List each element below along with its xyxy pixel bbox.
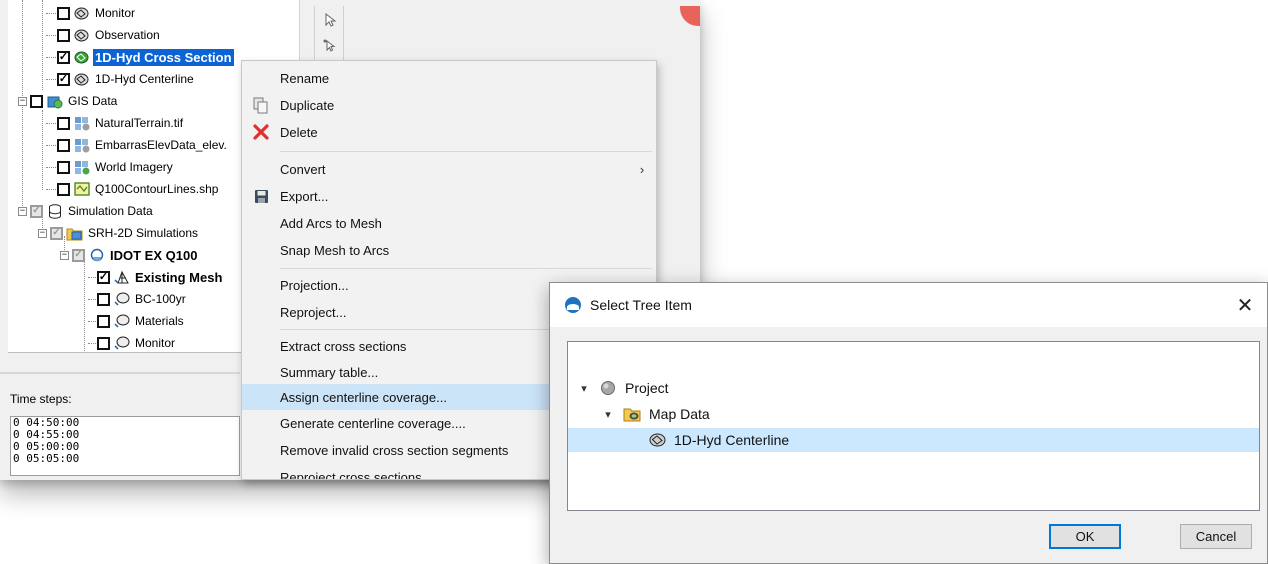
tree-item-srh2d-simulations[interactable]: − SRH-2D Simulations — [38, 222, 200, 244]
checkbox[interactable] — [50, 226, 63, 240]
folder-map-icon — [623, 405, 641, 423]
shapefile-icon — [73, 181, 90, 197]
coverage-active-icon — [73, 49, 90, 65]
dialog-title: Select Tree Item — [590, 297, 692, 313]
checkbox[interactable] — [30, 94, 43, 108]
tool-palette — [314, 6, 344, 66]
chevron-down-icon[interactable]: ▾ — [577, 382, 591, 395]
tree-item-world-imagery[interactable]: World Imagery — [46, 156, 175, 178]
raster-icon — [73, 159, 90, 175]
menu-item-delete[interactable]: Delete — [242, 119, 656, 145]
checkbox[interactable] — [97, 314, 110, 328]
simulation-icon — [88, 247, 105, 263]
gis-data-icon — [46, 93, 63, 109]
menu-item-convert[interactable]: Convert › — [242, 156, 656, 182]
dialog-tree-item-1d-hyd-centerline[interactable]: 1D-Hyd Centerline — [568, 428, 1259, 452]
close-icon[interactable]: ✕ — [1223, 283, 1267, 327]
coverage-icon — [73, 71, 90, 87]
tree-item-naturalterrain[interactable]: NaturalTerrain.tif — [46, 112, 185, 134]
coverage-icon — [73, 27, 90, 43]
dialog-tree-item-label: Map Data — [649, 406, 710, 422]
tree-item-simulation-data[interactable]: − Simulation Data — [18, 200, 155, 222]
checkbox[interactable] — [57, 182, 70, 196]
collapse-toggle[interactable]: − — [60, 250, 69, 260]
tree-item-idot-ex-q100[interactable]: − IDOT EX Q100 — [60, 244, 199, 266]
tree-item-monitor[interactable]: Monitor — [46, 2, 137, 24]
save-icon — [242, 183, 280, 209]
coverage-link-icon — [113, 335, 130, 351]
tree-item-1d-hyd-centerline[interactable]: 1D-Hyd Centerline — [46, 68, 196, 90]
project-icon — [599, 379, 617, 397]
mesh-link-icon — [113, 269, 130, 285]
dialog-tree-view[interactable]: ▾ Project ▾ Map Data 1D-Hyd Centerline — [567, 341, 1260, 511]
dialog-titlebar[interactable]: Select Tree Item ✕ — [550, 283, 1267, 327]
tree-item-existing-mesh[interactable]: Existing Mesh — [88, 266, 224, 288]
submenu-arrow-icon: › — [639, 161, 645, 177]
checkbox[interactable] — [57, 6, 70, 20]
collapse-toggle[interactable]: − — [38, 228, 47, 238]
dialog-tree-item-map-data[interactable]: ▾ Map Data — [568, 402, 710, 426]
raster-icon — [73, 115, 90, 131]
checkbox[interactable] — [57, 72, 70, 86]
app-logo-icon — [565, 297, 581, 313]
list-item[interactable]: 0 05:05:00 — [13, 453, 239, 465]
panel-splitter[interactable] — [0, 372, 240, 374]
checkbox[interactable] — [30, 204, 43, 218]
tree-item-1d-hyd-cross-section[interactable]: 1D-Hyd Cross Section — [46, 46, 234, 68]
dialog-tree-item-label: 1D-Hyd Centerline — [674, 432, 790, 448]
select-tool-icon[interactable] — [321, 12, 339, 30]
select-vertex-tool-icon[interactable] — [321, 38, 339, 56]
checkbox[interactable] — [97, 336, 110, 350]
chevron-down-icon[interactable]: ▾ — [601, 408, 615, 421]
dialog-tree-item-label: Project — [625, 380, 669, 396]
tree-item-embarraselevdata[interactable]: EmbarrasElevData_elev. — [46, 134, 229, 156]
tree-item-q100contourlines[interactable]: Q100ContourLines.shp — [46, 178, 220, 200]
tree-item-materials[interactable]: Materials — [88, 310, 186, 332]
menu-item-export[interactable]: Export... — [242, 183, 656, 209]
tree-item-bc-100yr[interactable]: BC-100yr — [88, 288, 188, 310]
checkbox[interactable] — [57, 160, 70, 174]
duplicate-icon — [242, 92, 280, 118]
time-steps-list[interactable]: 0 04:50:00 0 04:55:00 0 05:00:00 0 05:05… — [10, 416, 240, 476]
menu-item-rename[interactable]: Rename — [242, 65, 656, 91]
checkbox[interactable] — [57, 138, 70, 152]
raster-icon — [73, 137, 90, 153]
menu-separator — [280, 151, 652, 152]
checkbox[interactable] — [57, 50, 70, 64]
checkbox[interactable] — [97, 270, 110, 284]
database-icon — [46, 203, 63, 219]
window-accent-corner — [680, 6, 700, 26]
collapse-toggle[interactable]: − — [18, 96, 27, 106]
folder-simulations-icon — [66, 225, 83, 241]
dialog-tree-item-project[interactable]: ▾ Project — [568, 376, 669, 400]
menu-item-snap-mesh-to-arcs[interactable]: Snap Mesh to Arcs — [242, 237, 656, 263]
checkbox[interactable] — [72, 248, 85, 262]
time-steps-label: Time steps: — [10, 392, 72, 406]
coverage-link-icon — [113, 291, 130, 307]
ok-button[interactable]: OK — [1049, 524, 1121, 549]
cancel-button[interactable]: Cancel — [1180, 524, 1252, 549]
coverage-link-icon — [113, 313, 130, 329]
select-tree-item-dialog: Select Tree Item ✕ ▾ Project ▾ Map Data … — [549, 282, 1268, 564]
checkbox[interactable] — [97, 292, 110, 306]
menu-item-duplicate[interactable]: Duplicate — [242, 92, 656, 118]
menu-separator — [280, 268, 652, 269]
coverage-icon — [648, 431, 666, 449]
tree-item-monitor-2[interactable]: Monitor — [88, 332, 177, 352]
checkbox[interactable] — [57, 28, 70, 42]
delete-icon — [242, 119, 280, 145]
coverage-icon — [73, 5, 90, 21]
checkbox[interactable] — [57, 116, 70, 130]
collapse-toggle[interactable]: − — [18, 206, 27, 216]
tree-item-gis-data[interactable]: − GIS Data — [18, 90, 119, 112]
tree-item-observation[interactable]: Observation — [46, 24, 162, 46]
menu-item-add-arcs-to-mesh[interactable]: Add Arcs to Mesh — [242, 210, 656, 236]
